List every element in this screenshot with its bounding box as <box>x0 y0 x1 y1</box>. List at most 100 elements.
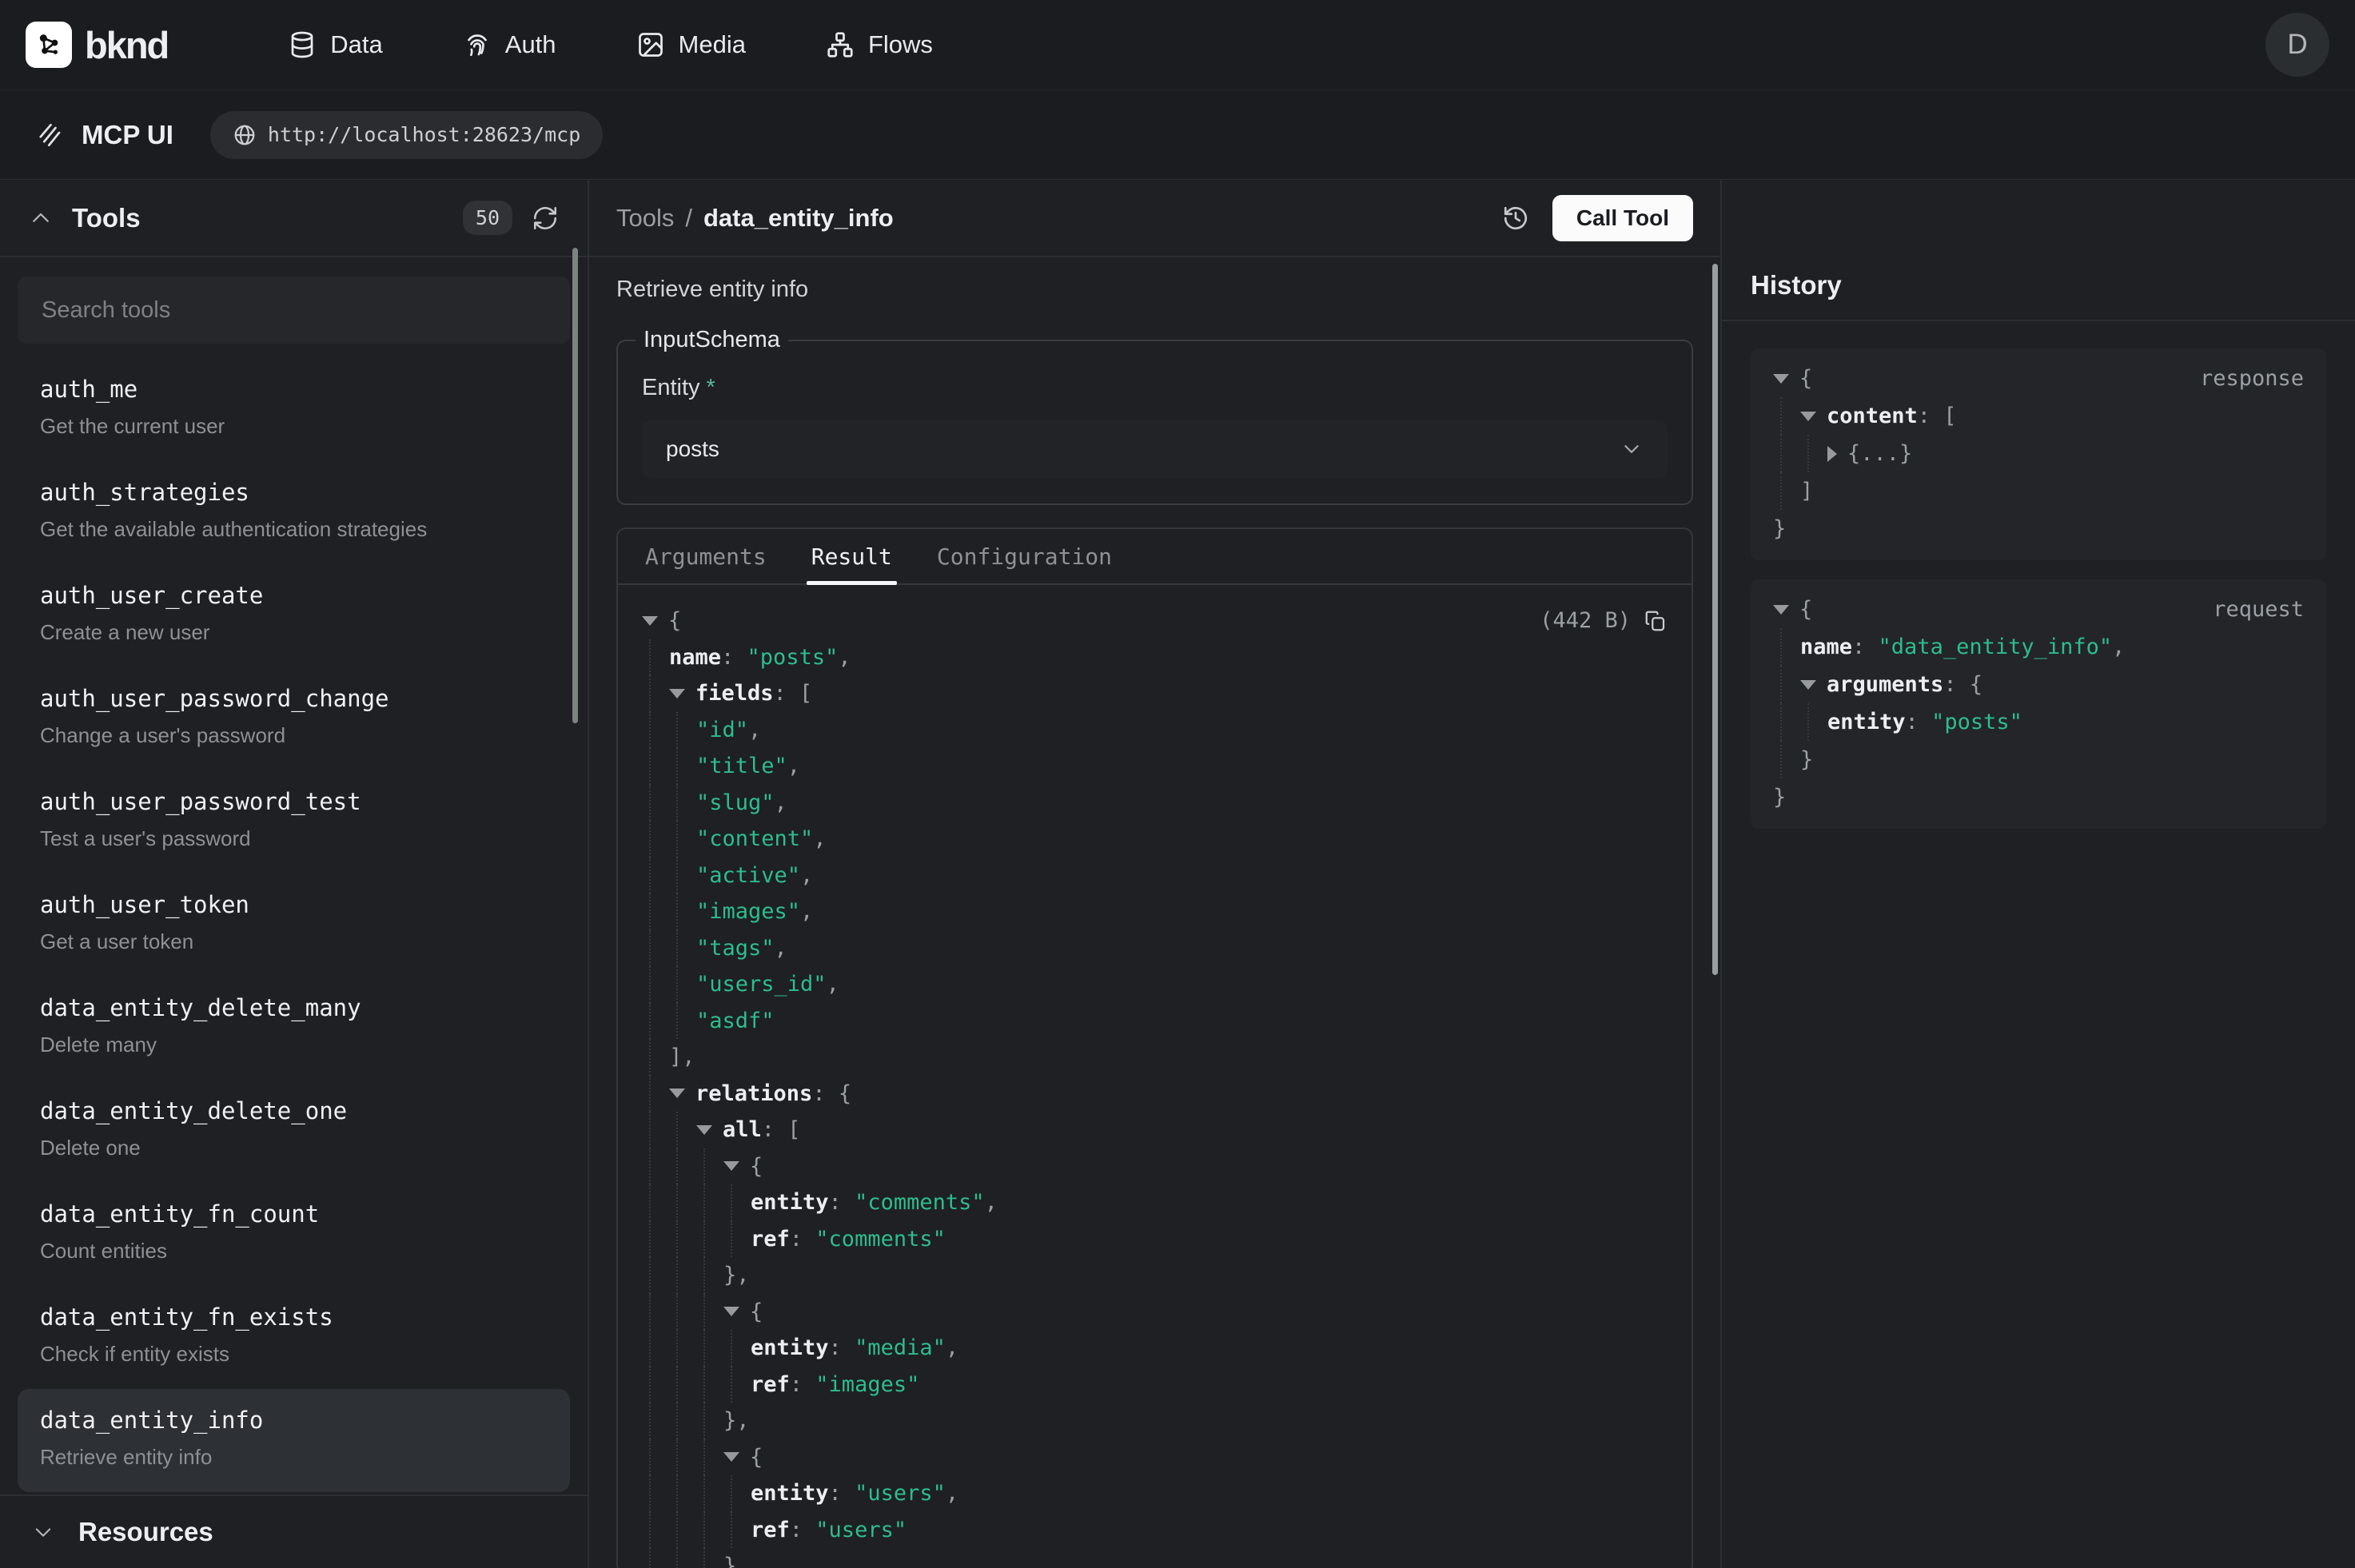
indent-guide-line <box>676 712 678 749</box>
indent-guide-line <box>649 675 651 712</box>
chevron-down-icon[interactable] <box>32 1521 54 1543</box>
indent-guide-line <box>703 1403 705 1439</box>
collapse-toggle-icon[interactable] <box>723 1161 739 1171</box>
tool-list-item-data_entity_delete_many[interactable]: data_entity_delete_manyDelete many <box>18 977 570 1080</box>
tab-configuration[interactable]: Configuration <box>924 529 1125 583</box>
indent-guide-line <box>649 966 651 1003</box>
expand-toggle-icon[interactable] <box>1827 446 1837 462</box>
collapse-toggle-icon[interactable] <box>1800 680 1816 690</box>
tools-count-badge: 50 <box>463 201 512 235</box>
collapse-toggle-icon[interactable] <box>669 689 685 698</box>
nav-item-media[interactable]: Media <box>636 30 746 59</box>
indent-guide-line <box>649 1257 651 1294</box>
entity-select[interactable]: posts <box>642 420 1668 478</box>
indent-guide-line <box>703 1148 705 1185</box>
tool-name: auth_user_create <box>40 582 548 609</box>
collapse-toggle-icon[interactable] <box>669 1088 685 1098</box>
nav-item-label: Auth <box>505 30 556 59</box>
collapse-toggle-icon[interactable] <box>723 1307 739 1316</box>
nav-item-flows[interactable]: Flows <box>826 30 933 59</box>
collapse-toggle-icon[interactable] <box>1800 412 1816 421</box>
nav-item-data[interactable]: Data <box>288 30 382 59</box>
json-key: all <box>723 1117 762 1142</box>
json-punctuation: , <box>775 936 787 961</box>
json-row: {...} <box>1751 435 2326 472</box>
tool-name: data_entity_info <box>40 1407 548 1434</box>
indent-guide-line <box>676 1439 678 1476</box>
indent-guide-line <box>676 930 678 967</box>
json-row: entity: "users", <box>618 1475 1692 1512</box>
tool-description: Retrieve entity info <box>616 277 1693 303</box>
sidebar-scrollbar[interactable] <box>572 248 578 723</box>
tab-arguments[interactable]: Arguments <box>632 529 779 583</box>
json-punctuation: : [ <box>1918 404 1957 428</box>
avatar[interactable]: D <box>2265 13 2329 77</box>
json-punctuation: : <box>1852 635 1879 659</box>
json-punctuation: : <box>1906 710 1932 734</box>
json-punctuation: ], <box>669 1045 695 1069</box>
indent-guide-line <box>649 858 651 894</box>
json-string-value: "posts" <box>747 645 839 670</box>
history-icon[interactable] <box>1501 204 1530 233</box>
tool-list-item-auth_user_create[interactable]: auth_user_createCreate a new user <box>18 564 570 667</box>
tool-list-item-data_entity_fn_exists[interactable]: data_entity_fn_existsCheck if entity exi… <box>18 1286 570 1389</box>
call-tool-button[interactable]: Call Tool <box>1552 195 1693 241</box>
tab-result[interactable]: Result <box>799 529 905 583</box>
nav-item-auth[interactable]: Auth <box>463 30 556 59</box>
input-schema-legend: InputSchema <box>636 327 788 353</box>
tool-list-item-auth_user_password_change[interactable]: auth_user_password_changeChange a user's… <box>18 667 570 770</box>
tools-section-header[interactable]: Tools 50 <box>0 180 588 257</box>
tool-list-item-auth_user_token[interactable]: auth_user_tokenGet a user token <box>18 874 570 977</box>
copy-icon[interactable] <box>1644 609 1668 633</box>
tool-list-item-data_entity_fn_count[interactable]: data_entity_fn_countCount entities <box>18 1183 570 1286</box>
history-entry-request[interactable]: {requestname: "data_entity_info",argumen… <box>1751 579 2326 829</box>
json-key: entity <box>751 1190 829 1215</box>
resources-section-header[interactable]: Resources <box>0 1494 588 1568</box>
indent-guide-line <box>676 1330 678 1367</box>
json-row: "users_id", <box>618 966 1692 1003</box>
brand[interactable]: bknd <box>26 22 168 68</box>
result-scrollbar[interactable] <box>1712 264 1718 975</box>
indent-guide-line <box>676 821 678 858</box>
indent-guide-line <box>676 966 678 1003</box>
json-row: } <box>618 1548 1692 1568</box>
collapse-toggle-icon[interactable] <box>1773 605 1789 615</box>
indent-guide-line <box>676 1112 678 1148</box>
indent-guide-line <box>1780 472 1782 510</box>
json-punctuation: } <box>723 1554 736 1568</box>
json-row: all: [ <box>618 1112 1692 1148</box>
indent-guide-line <box>649 1112 651 1148</box>
json-row: ref: "images" <box>618 1367 1692 1403</box>
search-input[interactable] <box>18 277 570 344</box>
tool-list-item-auth_strategies[interactable]: auth_strategiesGet the available authent… <box>18 461 570 564</box>
indent-guide-line <box>703 1221 705 1258</box>
json-row: } <box>1751 778 2326 816</box>
tool-list-item-data_entity_delete_one[interactable]: data_entity_delete_oneDelete one <box>18 1080 570 1183</box>
tool-list-item-data_entity_info[interactable]: data_entity_infoRetrieve entity info <box>18 1389 570 1492</box>
json-row: relations: { <box>618 1076 1692 1112</box>
chevron-up-icon[interactable] <box>29 206 53 230</box>
breadcrumb-separator: / <box>685 204 692 233</box>
collapse-toggle-icon[interactable] <box>696 1125 712 1135</box>
indent-guide-line <box>703 1548 705 1568</box>
history-entry-response[interactable]: {responsecontent: [{...}]} <box>1751 348 2326 560</box>
collapse-toggle-icon[interactable] <box>723 1452 739 1462</box>
mcp-url: http://localhost:28623/mcp <box>268 123 580 146</box>
tool-list-item-auth_me[interactable]: auth_meGet the current user <box>18 358 570 461</box>
json-string-value: "id" <box>696 718 748 742</box>
indent-guide-line <box>731 1330 732 1367</box>
collapse-toggle-icon[interactable] <box>642 616 658 626</box>
collapse-toggle-icon[interactable] <box>1773 374 1789 384</box>
tool-list-item-auth_user_password_test[interactable]: auth_user_password_testTest a user's pas… <box>18 770 570 874</box>
breadcrumb-section[interactable]: Tools <box>616 204 674 233</box>
resources-section-title: Resources <box>78 1517 213 1547</box>
indent-guide-line <box>731 1475 732 1512</box>
refresh-icon[interactable] <box>532 205 559 232</box>
history-panel: History {responsecontent: [{...}]} {requ… <box>1720 180 2355 1568</box>
tool-description: Get a user token <box>40 929 548 954</box>
tool-detail-panel: Tools / data_entity_info Call Tool Retri… <box>589 180 1720 1568</box>
mcp-url-pill[interactable]: http://localhost:28623/mcp <box>210 111 603 159</box>
json-row: "active", <box>618 858 1692 894</box>
json-row: arguments: { <box>1751 666 2326 703</box>
json-row: } <box>1751 510 2326 547</box>
